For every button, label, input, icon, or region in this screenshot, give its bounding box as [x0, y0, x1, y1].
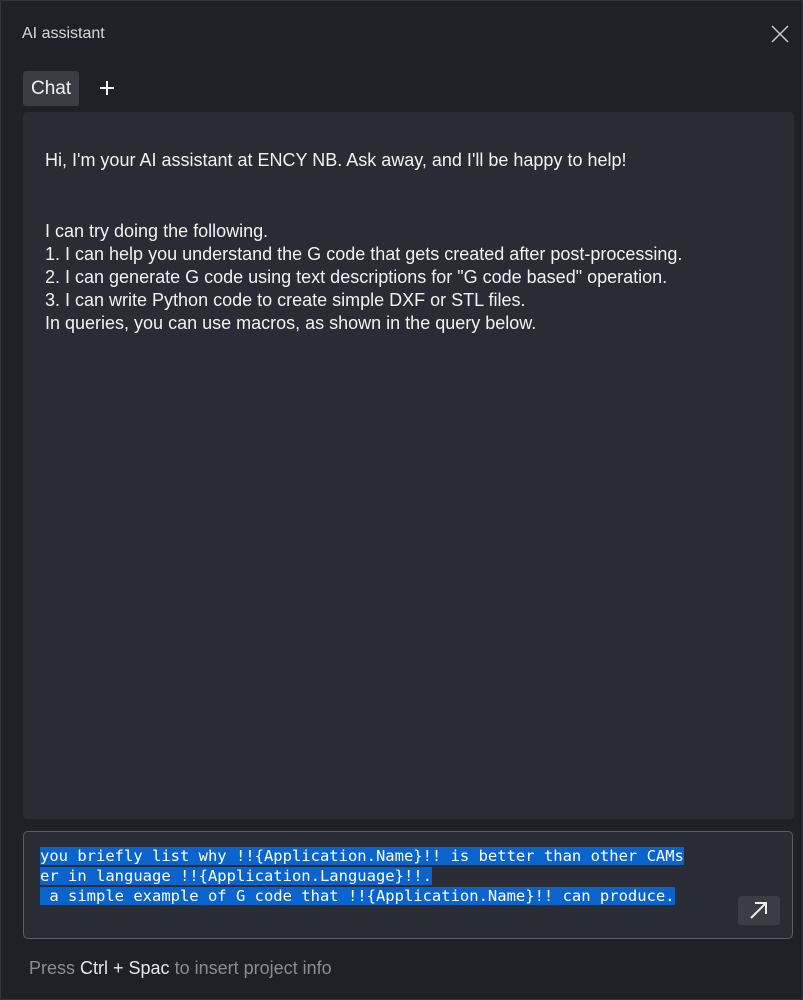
- arrow-up-right-icon: [750, 902, 767, 919]
- capability-line: I can try doing the following.: [45, 221, 269, 241]
- close-button[interactable]: [769, 23, 791, 45]
- close-icon: [771, 25, 789, 43]
- capability-line: 3. I can write Python code to create sim…: [45, 290, 526, 310]
- capability-line: In queries, you can use macros, as shown…: [45, 313, 537, 333]
- capability-line: 1. I can help you understand the G code …: [45, 244, 683, 264]
- add-tab-button[interactable]: [97, 78, 117, 98]
- ai-assistant-window: AI assistant Chat Hi, I'm your AI assist…: [0, 0, 803, 1000]
- hint-suffix: to insert project info: [169, 958, 332, 978]
- query-text[interactable]: you briefly list why !!{Application.Name…: [40, 846, 684, 906]
- capability-line: 2. I can generate G code using text desc…: [45, 267, 668, 287]
- send-button[interactable]: [738, 896, 780, 925]
- chat-history: Hi, I'm your AI assistant at ENCY NB. As…: [23, 112, 794, 819]
- window-title: AI assistant: [22, 25, 105, 42]
- hint-prefix: Press: [29, 958, 81, 978]
- query-input[interactable]: you briefly list why !!{Application.Name…: [23, 831, 793, 939]
- query-line: er in language !!{Application.Language}!…: [40, 867, 432, 885]
- tab-bar: Chat: [23, 70, 117, 106]
- hint-shortcut: Ctrl + Spac: [80, 958, 170, 978]
- shortcut-hint: Press Ctrl + Spac to insert project info: [29, 958, 332, 979]
- tab-chat[interactable]: Chat: [23, 70, 80, 106]
- plus-icon: [100, 81, 115, 95]
- query-line: a simple example of G code that !!{Appli…: [40, 887, 675, 905]
- query-line: you briefly list why !!{Application.Name…: [40, 847, 684, 865]
- greeting-message: Hi, I'm your AI assistant at ENCY NB. As…: [45, 150, 627, 170]
